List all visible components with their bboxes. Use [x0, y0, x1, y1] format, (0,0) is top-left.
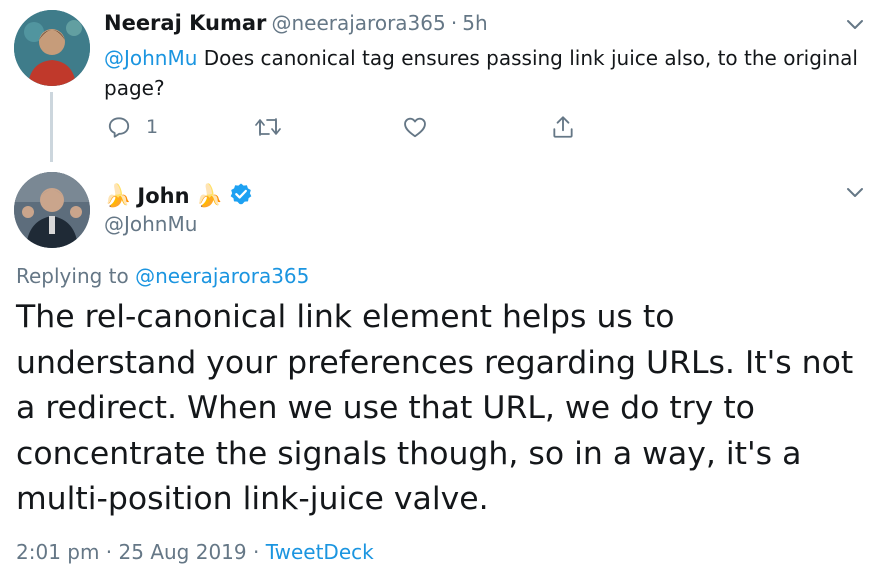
like-button[interactable] [402, 114, 428, 140]
tweet1-action-bar: 1 [0, 114, 878, 144]
tweet1-text: @JohnMu Does canonical tag ensures passi… [104, 43, 864, 103]
avatar-john-mueller[interactable] [14, 172, 90, 248]
retweet-button[interactable] [254, 114, 282, 140]
replying-to-handle-link[interactable]: @neerajarora365 [135, 264, 309, 288]
tweet2-timestamp[interactable]: 2:01 pm · 25 Aug 2019 · [16, 540, 266, 564]
tweet2-text: The rel-canonical link element helps us … [16, 299, 854, 517]
tweet1-separator: · [450, 11, 458, 35]
tweet1-header: Neeraj Kumar @neerajarora365 · 5h [104, 11, 488, 35]
tweet1-chevron-down-icon[interactable] [845, 14, 865, 34]
like-icon [402, 114, 428, 140]
tweet2-meta: 2:01 pm · 25 Aug 2019 · TweetDeck [16, 540, 374, 564]
verified-badge-icon [229, 182, 253, 210]
tweet2-source-link[interactable]: TweetDeck [266, 540, 374, 564]
banana-icon: 🍌 [104, 183, 132, 209]
tweet1-author-name[interactable]: Neeraj Kumar [104, 11, 266, 35]
tweet2-author-line: 🍌 John 🍌 [104, 182, 253, 210]
retweet-icon [254, 114, 282, 140]
replying-to-line: Replying to @neerajarora365 [16, 264, 309, 288]
share-icon [550, 114, 576, 140]
avatar-neeraj-kumar[interactable] [14, 10, 90, 86]
tweet2-author-name[interactable]: John [137, 184, 189, 208]
reply-count: 1 [146, 116, 159, 138]
tweet1-time[interactable]: 5h [462, 11, 487, 35]
share-button[interactable] [550, 114, 576, 140]
tweet1-mention-link[interactable]: @JohnMu [104, 46, 197, 70]
banana-icon: 🍌 [195, 183, 223, 209]
tweet2-chevron-down-icon[interactable] [845, 182, 865, 202]
tweet2-handle[interactable]: @JohnMu [104, 212, 197, 236]
tweet1-handle[interactable]: @neerajarora365 [271, 11, 445, 35]
reply-icon [106, 114, 132, 140]
tweet1-body-text: Does canonical tag ensures passing link … [104, 46, 858, 100]
replying-to-label: Replying to [16, 264, 136, 288]
reply-button[interactable]: 1 [106, 114, 158, 140]
